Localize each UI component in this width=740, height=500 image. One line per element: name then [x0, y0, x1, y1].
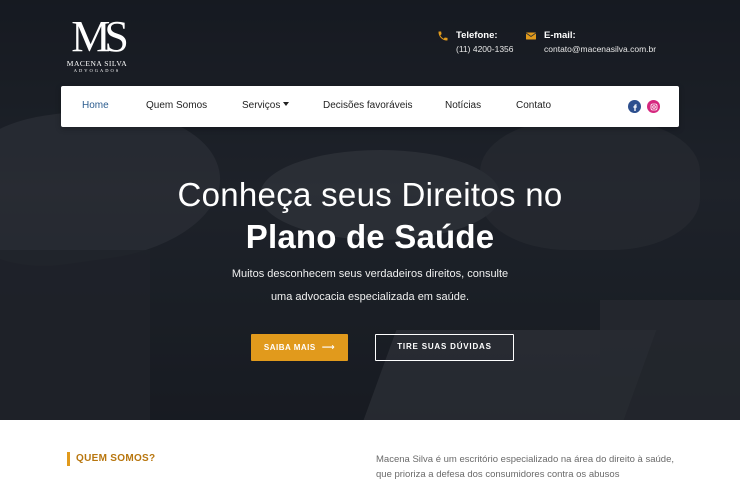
contact-email: E-mail: contato@macenasilva.com.br: [525, 28, 685, 58]
email-title: E-mail:: [544, 30, 576, 41]
nav-item-contato[interactable]: Contato: [516, 100, 551, 111]
hero-title-line-1: Conheça seus Direitos no: [177, 176, 563, 213]
nav-item-quem-somos[interactable]: Quem Somos: [146, 100, 207, 111]
about-paragraph: Macena Silva é um escritório especializa…: [376, 454, 674, 480]
logo-subtitle: ADVOGADOS: [73, 68, 121, 73]
nav-item-decisoes[interactable]: Decisões favoráveis: [323, 100, 412, 111]
main-navigation: Home Quem Somos Serviços Decisões favorá…: [61, 86, 679, 127]
caret-down-icon: [283, 102, 290, 106]
nav-item-noticias[interactable]: Notícias: [445, 100, 481, 111]
envelope-icon: [525, 29, 537, 41]
logo-mark: MS: [71, 12, 129, 61]
email-address[interactable]: contato@macenasilva.com.br: [544, 44, 656, 54]
facebook-icon[interactable]: [628, 100, 641, 113]
saiba-mais-label: SAIBA MAIS: [263, 343, 316, 352]
section-label-quem-somos: QUEM SOMOS?: [67, 452, 155, 466]
saiba-mais-button[interactable]: SAIBA MAIS ⟶: [251, 334, 348, 361]
nav-item-servicos[interactable]: Serviços: [242, 100, 290, 111]
phone-number[interactable]: (11) 4200-1356: [456, 44, 514, 54]
hero-section: MS MACENA SILVA ADVOGADOS Telefone: (11)…: [0, 0, 740, 420]
arrow-right-icon: ⟶: [321, 342, 336, 352]
phone-icon: [437, 29, 449, 41]
site-logo[interactable]: MS MACENA SILVA ADVOGADOS: [66, 12, 129, 74]
hero-subtitle-line-2: uma advocacia especializada em saúde.: [270, 291, 470, 303]
hero-title-line-2: Plano de Saúde: [245, 218, 495, 255]
instagram-icon[interactable]: [647, 100, 660, 113]
hero-subtitle-line-1: Muitos desconhecem seus verdadeiros dire…: [231, 268, 509, 280]
logo-name: MACENA SILVA: [66, 59, 128, 68]
contact-phone: Telefone: (11) 4200-1356: [437, 28, 527, 58]
nav-item-servicos-label: Serviços: [242, 100, 281, 111]
tire-suas-duvidas-button[interactable]: TIRE SUAS DÚVIDAS: [375, 334, 514, 361]
phone-title: Telefone:: [456, 30, 498, 41]
nav-item-home[interactable]: Home: [82, 100, 109, 111]
